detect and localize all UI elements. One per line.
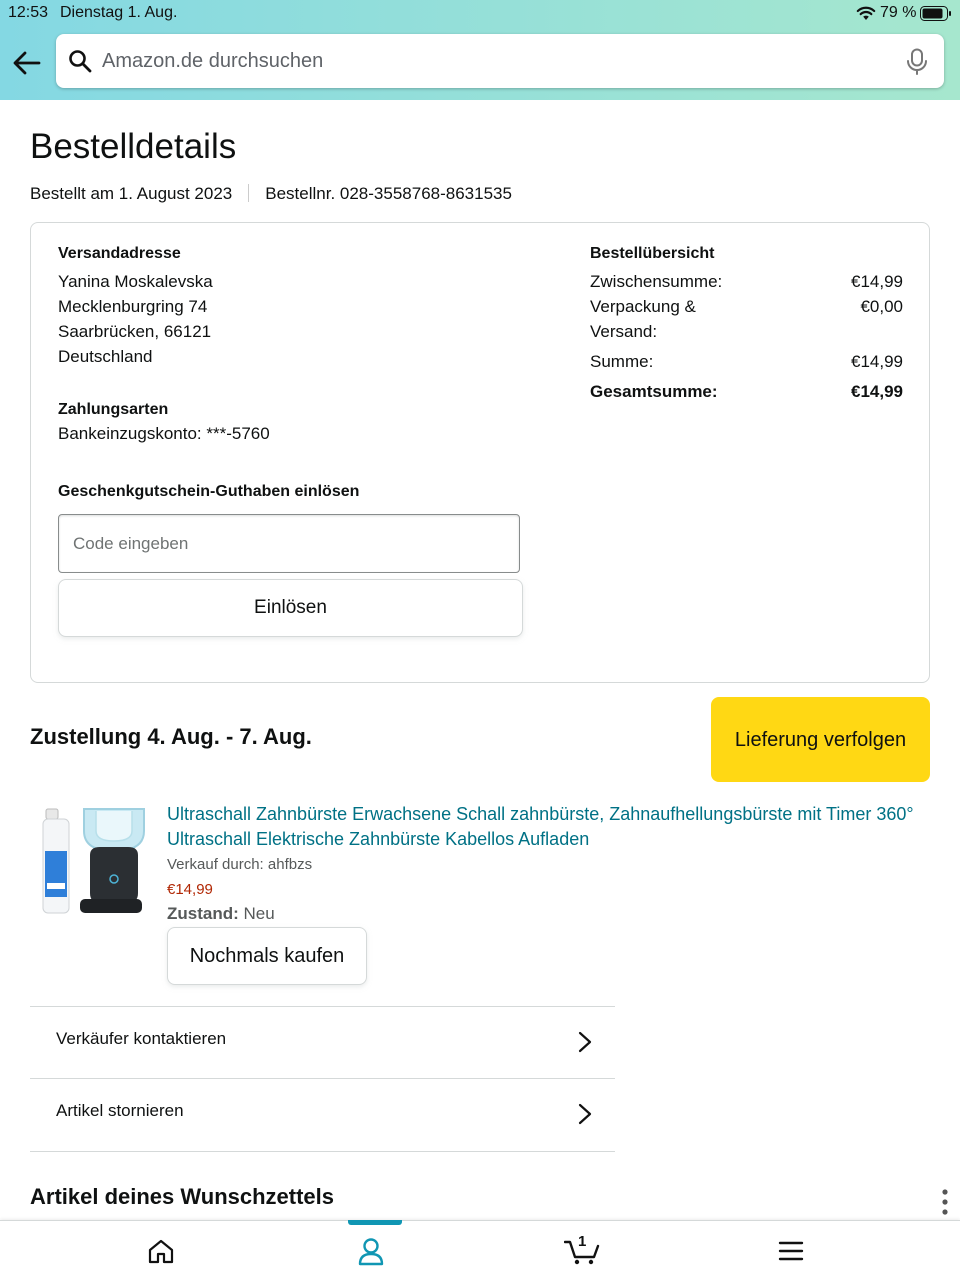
summary-label: Gesamtsumme: [590, 382, 718, 401]
battery-icon [920, 6, 951, 21]
shipping-address: Versandadresse Yanina Moskalevska Meckle… [58, 245, 213, 369]
home-icon[interactable] [146, 1236, 176, 1266]
contact-seller-label: Verkäufer kontaktieren [56, 1029, 227, 1048]
wishlist-heading: Artikel deines Wunschzettels [30, 1184, 335, 1209]
meta-divider [248, 184, 250, 202]
summary-label: Verpackung & Versand: [590, 297, 696, 341]
search-bar[interactable] [56, 34, 944, 88]
account-icon[interactable] [356, 1236, 386, 1266]
contact-seller-row[interactable]: Verkäufer kontaktieren [30, 1006, 615, 1079]
search-input[interactable] [102, 44, 882, 78]
cancel-item-label: Artikel stornieren [56, 1101, 184, 1120]
address-line: Deutschland [58, 347, 153, 366]
battery-percentage: 79 % [880, 4, 917, 21]
order-date: Bestellt am 1. August 2023 [30, 184, 233, 203]
status-time: 12:53 [8, 4, 49, 21]
summary-row: Summe: €14,99 [590, 349, 903, 374]
summary-label: Summe: [590, 352, 654, 371]
order-meta: Bestellt am 1. August 2023 Bestellnr. 028… [30, 184, 512, 204]
more-options-icon[interactable] [940, 1189, 950, 1215]
status-date: Dienstag 1. Aug. [60, 4, 178, 21]
address-line: Mecklenburgring 74 [58, 297, 208, 316]
summary-row: Zwischensumme: €14,99 [590, 269, 903, 294]
summary-value: €14,99 [851, 382, 903, 401]
menu-icon[interactable] [776, 1236, 806, 1266]
status-bar: 12:53 Dienstag 1. Aug. 79 % [0, 0, 960, 26]
redeem-button[interactable]: Einlösen [58, 579, 523, 637]
summary-heading: Bestellübersicht [590, 245, 715, 262]
seller-info: Verkauf durch: ahfbzs [167, 856, 313, 873]
gift-card-heading: Geschenkgutschein-Guthaben einlösen [58, 483, 360, 500]
summary-value: €14,99 [851, 272, 903, 291]
shipping-heading: Versandadresse [58, 245, 181, 262]
condition-label: Zustand: [167, 904, 239, 923]
summary-row: Verpackung & Versand: €0,00 [590, 294, 903, 344]
header-bar: 12:53 Dienstag 1. Aug. 79 % [0, 0, 960, 100]
payment-methods: Zahlungsarten Bankeinzugskonto: ***-5760 [58, 401, 270, 446]
condition-value: Neu [243, 904, 275, 923]
address-line: Saarbrücken, 66121 [58, 322, 212, 341]
product-image[interactable] [40, 803, 146, 918]
track-delivery-button[interactable]: Lieferung verfolgen [711, 697, 930, 782]
product-price: €14,99 [167, 881, 213, 898]
microphone-icon[interactable] [906, 48, 928, 76]
divider [30, 1151, 615, 1152]
wifi-icon [856, 6, 876, 20]
buy-again-button[interactable]: Nochmals kaufen [167, 927, 367, 985]
back-arrow-icon[interactable] [12, 50, 42, 76]
bottom-navigation [0, 1220, 960, 1280]
summary-value: €0,00 [860, 297, 903, 316]
order-summary: Bestellübersicht Zwischensumme: €14,99 V… [590, 245, 903, 404]
delivery-heading: Zustellung 4. Aug. - 7. Aug. [30, 724, 312, 749]
summary-total-row: Gesamtsumme: €14,99 [590, 379, 903, 404]
payment-heading: Zahlungsarten [58, 401, 169, 418]
product-title-link[interactable]: Ultraschall Zahnbürste Erwachsene Schall… [167, 802, 927, 852]
product-condition: Zustand: Neu [167, 904, 275, 924]
cancel-item-row[interactable]: Artikel stornieren [30, 1078, 615, 1151]
active-tab-indicator [348, 1220, 402, 1225]
order-details-card: Versandadresse Yanina Moskalevska Meckle… [30, 222, 930, 683]
address-line: Yanina Moskalevska [58, 272, 213, 291]
chevron-right-icon [578, 1031, 592, 1053]
page-title: Bestelldetails [30, 127, 237, 166]
order-number: Bestellnr. 028-3558768-8631535 [265, 184, 512, 203]
payment-method: Bankeinzugskonto: ***-5760 [58, 424, 270, 443]
search-icon [69, 50, 92, 73]
summary-value: €14,99 [851, 352, 903, 371]
chevron-right-icon [578, 1103, 592, 1125]
cart-count-badge: 1 [578, 1233, 587, 1250]
summary-label: Zwischensumme: [590, 272, 723, 291]
gift-code-input[interactable] [58, 514, 520, 573]
